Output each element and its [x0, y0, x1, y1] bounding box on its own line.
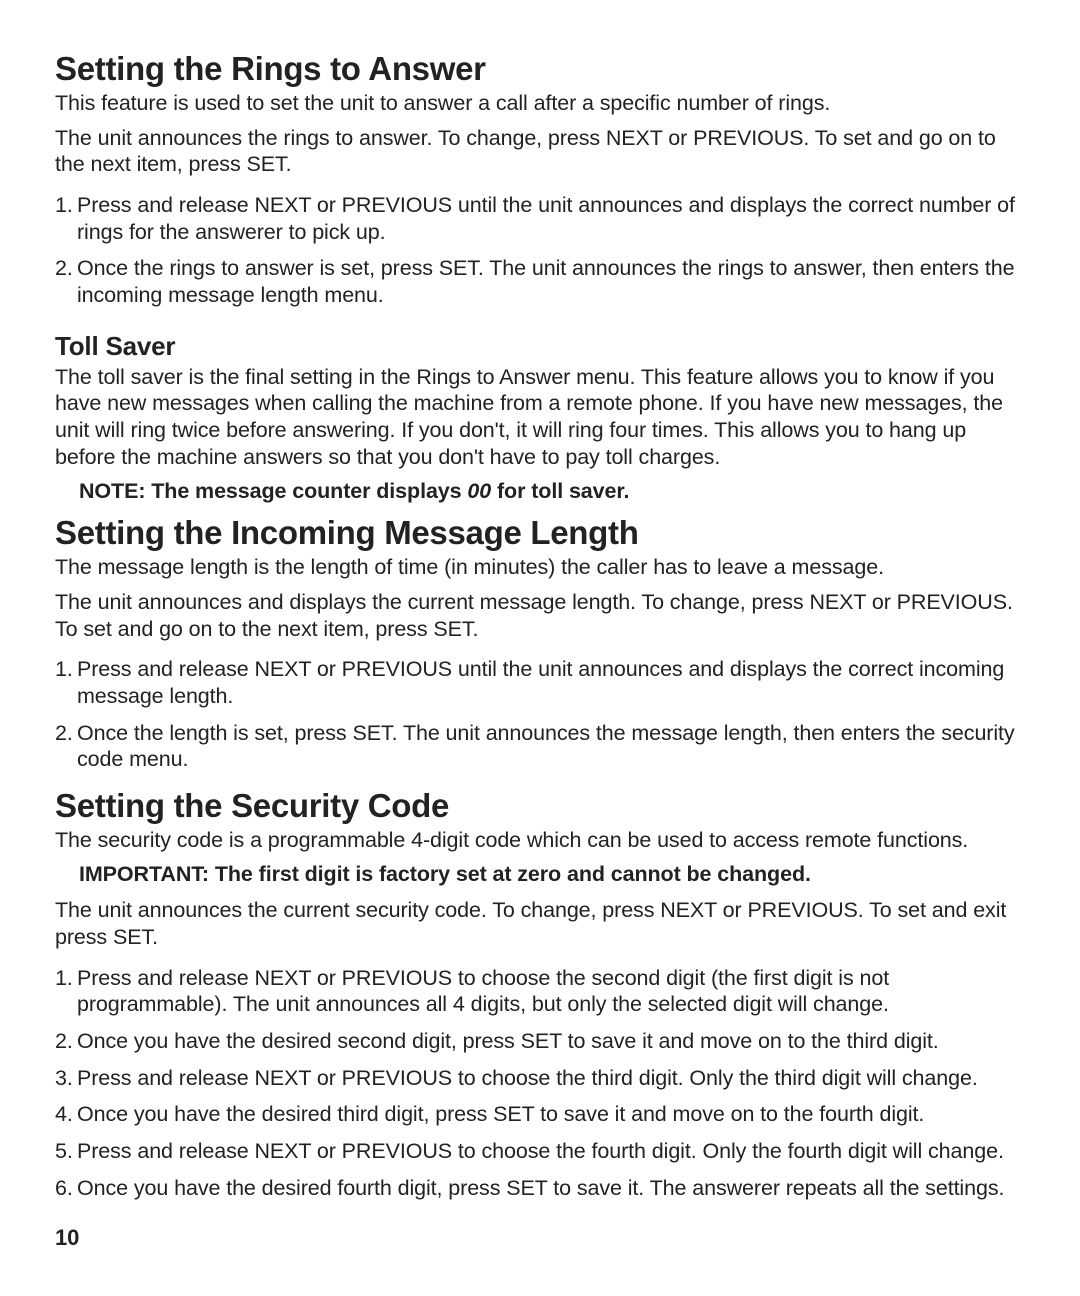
important-text: IMPORTANT: The first digit is factory se…	[79, 861, 1025, 889]
list-item: Press and release NEXT or PREVIOUS until…	[77, 192, 1025, 245]
body-text: The security code is a programmable 4-di…	[55, 827, 1025, 854]
ordered-list: Press and release NEXT or PREVIOUS until…	[55, 656, 1025, 773]
body-text: This feature is used to set the unit to …	[55, 90, 1025, 117]
note-prefix: NOTE: The message counter displays	[79, 479, 467, 503]
ordered-list: Press and release NEXT or PREVIOUS until…	[55, 192, 1025, 309]
body-text: The unit announces the current security …	[55, 897, 1025, 950]
ordered-list: Press and release NEXT or PREVIOUS to ch…	[55, 965, 1025, 1202]
list-item: Press and release NEXT or PREVIOUS until…	[77, 656, 1025, 709]
note-value: 00	[467, 479, 491, 503]
body-text: The unit announces and displays the curr…	[55, 589, 1025, 642]
list-item: Press and release NEXT or PREVIOUS to ch…	[77, 1065, 1025, 1092]
section-heading-rings: Setting the Rings to Answer	[55, 50, 1025, 88]
note-suffix: for toll saver.	[491, 479, 629, 503]
manual-page: Setting the Rings to Answer This feature…	[0, 0, 1080, 1296]
list-item: Once the rings to answer is set, press S…	[77, 255, 1025, 308]
list-item: Once the length is set, press SET. The u…	[77, 720, 1025, 773]
list-item: Once you have the desired third digit, p…	[77, 1101, 1025, 1128]
list-item: Press and release NEXT or PREVIOUS to ch…	[77, 1138, 1025, 1165]
note-text: NOTE: The message counter displays 00 fo…	[79, 478, 1025, 506]
page-number: 10	[55, 1225, 1025, 1251]
list-item: Once you have the desired second digit, …	[77, 1028, 1025, 1055]
list-item: Press and release NEXT or PREVIOUS to ch…	[77, 965, 1025, 1018]
body-text: The toll saver is the final setting in t…	[55, 364, 1025, 471]
section-heading-message-length: Setting the Incoming Message Length	[55, 514, 1025, 552]
body-text: The unit announces the rings to answer. …	[55, 125, 1025, 178]
section-heading-security-code: Setting the Security Code	[55, 787, 1025, 825]
list-item: Once you have the desired fourth digit, …	[77, 1175, 1025, 1202]
body-text: The message length is the length of time…	[55, 554, 1025, 581]
subsection-heading-tollsaver: Toll Saver	[55, 331, 1025, 362]
